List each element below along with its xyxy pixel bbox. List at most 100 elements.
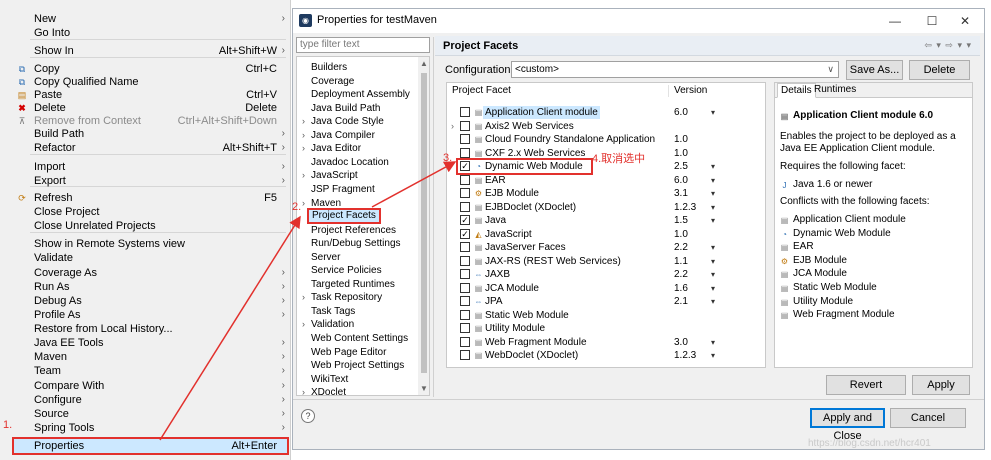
version-dropdown-icon[interactable]: ▾ <box>711 349 715 362</box>
facet-checkbox[interactable]: ✓ <box>460 228 470 239</box>
menu-item-source[interactable]: Source › <box>0 407 291 421</box>
menu-item-refresh[interactable]: ⟳ Refresh F5 <box>0 191 291 205</box>
version-dropdown-icon[interactable]: ▾ <box>711 106 715 119</box>
version-dropdown-icon[interactable]: ▾ <box>711 336 715 349</box>
tree-item-task-tags[interactable]: Task Tags <box>311 305 355 318</box>
tree-item-project-facets[interactable]: Project Facets <box>307 208 381 225</box>
close-icon[interactable]: ✕ <box>952 12 978 30</box>
facet-checkbox[interactable] <box>460 350 470 360</box>
expand-icon[interactable]: › <box>302 115 305 128</box>
facet-column-header[interactable]: Project Facet <box>452 85 511 96</box>
expand-icon[interactable]: › <box>302 142 305 155</box>
tree-item-project-references[interactable]: Project References <box>311 224 396 237</box>
facet-version[interactable]: 1.6 <box>674 282 688 295</box>
version-dropdown-icon[interactable]: ▾ <box>711 214 715 227</box>
facet-version[interactable]: 2.2 <box>674 268 688 281</box>
facet-checkbox[interactable] <box>460 242 470 252</box>
menu-item-validate[interactable]: Validate <box>0 251 291 265</box>
menu-item-new[interactable]: New › <box>0 12 291 26</box>
save-as-button[interactable]: Save As... <box>846 60 903 80</box>
menu-item-delete[interactable]: ✖ Delete Delete <box>0 101 291 115</box>
minimize-icon[interactable]: — <box>882 12 908 30</box>
menu-item-coverage-as[interactable]: Coverage As › <box>0 266 291 280</box>
facet-row-static-web-module[interactable]: ▤ Static Web Module <box>447 309 765 322</box>
tree-item-javascript[interactable]: › JavaScript <box>302 169 358 182</box>
facet-checkbox[interactable] <box>460 147 470 158</box>
tree-item-jsp-fragment[interactable]: JSP Fragment <box>311 183 375 196</box>
facet-row-application-client-module[interactable]: ▤ Application Client module 6.0 ▾ <box>447 106 765 119</box>
tree-item-web-project-settings[interactable]: Web Project Settings <box>311 359 404 372</box>
facet-version[interactable]: 2.2 <box>674 241 688 254</box>
facet-checkbox[interactable] <box>460 107 470 117</box>
menu-item-export[interactable]: Export › <box>0 174 291 188</box>
tree-item-web-page-editor[interactable]: Web Page Editor <box>311 346 386 359</box>
menu-item-remove-from-context[interactable]: ⊼ Remove from Context Ctrl+Alt+Shift+Down <box>0 114 291 128</box>
tab-runtimes[interactable]: Runtimes <box>811 83 859 98</box>
facet-checkbox[interactable] <box>460 336 470 347</box>
tree-item-targeted-runtimes[interactable]: Targeted Runtimes <box>311 278 395 291</box>
facet-row-ear[interactable]: ▤ EAR 6.0 ▾ <box>447 174 765 187</box>
version-column-header[interactable]: Version <box>674 85 707 96</box>
tree-item-xdoclet[interactable]: › XDoclet <box>302 386 346 395</box>
maximize-icon[interactable]: ☐ <box>919 12 945 30</box>
history-nav-icon[interactable]: ⇦ ▾ ⇨ ▾ ▾ <box>924 40 972 51</box>
facet-version[interactable]: 3.0 <box>674 336 688 349</box>
tree-item-deployment-assembly[interactable]: Deployment Assembly <box>311 88 410 101</box>
facet-checkbox[interactable] <box>460 309 470 320</box>
scroll-down-icon[interactable]: ▼ <box>418 384 429 393</box>
facet-version[interactable]: 6.0 <box>674 106 688 119</box>
tree-item-java-editor[interactable]: › Java Editor <box>302 142 361 155</box>
tree-item-coverage[interactable]: Coverage <box>311 75 354 88</box>
version-dropdown-icon[interactable]: ▾ <box>711 201 715 214</box>
menu-item-show-in[interactable]: Show In Alt+Shift+W › <box>0 44 291 58</box>
facet-version[interactable]: 6.0 <box>674 174 688 187</box>
tree-item-task-repository[interactable]: › Task Repository <box>302 291 382 304</box>
tree-item-java-code-style[interactable]: › Java Code Style <box>302 115 384 128</box>
facet-row-jaxb[interactable]: ⇔ JAXB 2.2 ▾ <box>447 268 765 281</box>
help-icon[interactable]: ? <box>301 409 315 423</box>
menu-item-copy-qualified-name[interactable]: ⧉ Copy Qualified Name <box>0 75 291 89</box>
menu-item-debug-as[interactable]: Debug As › <box>0 294 291 308</box>
version-dropdown-icon[interactable]: ▾ <box>711 255 715 268</box>
cancel-button[interactable]: Cancel <box>890 408 966 428</box>
menu-item-restore-from-local-history[interactable]: Restore from Local History... <box>0 322 291 336</box>
panel-divider[interactable] <box>433 37 434 397</box>
expand-icon[interactable]: › <box>302 197 305 210</box>
expand-icon[interactable]: › <box>302 129 305 142</box>
facet-row-jca-module[interactable]: ▤ JCA Module 1.6 ▾ <box>447 282 765 295</box>
tree-item-javadoc-location[interactable]: Javadoc Location <box>311 156 389 169</box>
version-dropdown-icon[interactable]: ▾ <box>711 295 715 308</box>
facet-checkbox[interactable] <box>460 174 470 185</box>
facet-version[interactable]: 2.5 <box>674 160 688 173</box>
tree-item-web-content-settings[interactable]: Web Content Settings <box>311 332 408 345</box>
menu-item-close-project[interactable]: Close Project <box>0 205 291 219</box>
facet-row-utility-module[interactable]: ▤ Utility Module <box>447 322 765 335</box>
expand-icon[interactable]: › <box>302 291 305 304</box>
tree-item-service-policies[interactable]: Service Policies <box>311 264 382 277</box>
version-dropdown-icon[interactable]: ▾ <box>711 282 715 295</box>
facet-checkbox[interactable] <box>460 201 470 212</box>
menu-item-configure[interactable]: Configure › <box>0 393 291 407</box>
facet-version[interactable]: 2.1 <box>674 295 688 308</box>
version-dropdown-icon[interactable]: ▾ <box>711 268 715 281</box>
tree-item-java-compiler[interactable]: › Java Compiler <box>302 129 375 142</box>
facet-row-javascript[interactable]: ✓ ◭ JavaScript 1.0 <box>447 228 765 241</box>
facet-checkbox[interactable] <box>460 282 470 293</box>
menu-item-close-unrelated-projects[interactable]: Close Unrelated Projects <box>0 219 291 233</box>
version-dropdown-icon[interactable]: ▾ <box>711 241 715 254</box>
tree-item-wikitext[interactable]: WikiText <box>311 373 348 386</box>
facet-version[interactable]: 1.2.3 <box>674 201 696 214</box>
delete-config-button[interactable]: Delete <box>909 60 970 80</box>
facet-checkbox[interactable] <box>460 188 470 198</box>
facet-version[interactable]: 3.1 <box>674 187 688 200</box>
configuration-select[interactable]: <custom> ∨ <box>511 61 839 78</box>
expand-icon[interactable]: › <box>302 386 305 395</box>
facet-row-java[interactable]: ✓ ▤ Java 1.5 ▾ <box>447 214 765 227</box>
tree-item-java-build-path[interactable]: Java Build Path <box>311 102 381 115</box>
menu-item-copy[interactable]: ⧉ Copy Ctrl+C <box>0 62 291 76</box>
expand-icon[interactable]: › <box>302 169 305 182</box>
menu-item-java-ee-tools[interactable]: Java EE Tools › <box>0 336 291 350</box>
menu-item-paste[interactable]: ▤ Paste Ctrl+V <box>0 88 291 102</box>
facet-row-javaserver-faces[interactable]: ▤ JavaServer Faces 2.2 ▾ <box>447 241 765 254</box>
menu-item-run-as[interactable]: Run As › <box>0 280 291 294</box>
